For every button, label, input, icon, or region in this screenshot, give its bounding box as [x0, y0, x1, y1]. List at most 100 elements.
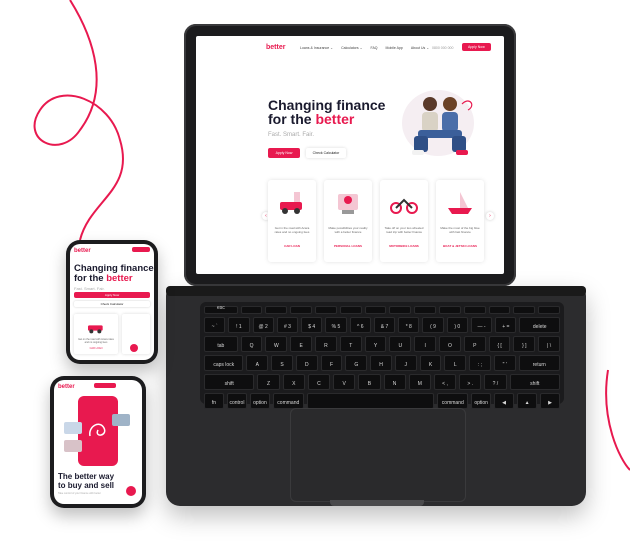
- keyboard-key[interactable]: tab: [204, 336, 238, 352]
- hero-calculator-button[interactable]: Check Calculator: [306, 148, 346, 158]
- keyboard-key[interactable]: [265, 306, 288, 314]
- keyboard-key[interactable]: F: [320, 355, 343, 371]
- keyboard-key[interactable]: command: [437, 393, 469, 409]
- keyboard-key[interactable]: $ 4: [301, 317, 323, 333]
- keyboard-key[interactable]: [315, 306, 337, 314]
- nav-link-faq[interactable]: FAQ: [371, 46, 378, 50]
- keyboard-key[interactable]: [488, 306, 511, 314]
- keyboard-key[interactable]: X: [282, 374, 305, 390]
- keyboard-key[interactable]: A: [246, 355, 269, 371]
- brand-logo[interactable]: better: [266, 44, 285, 51]
- phone-fab-icon[interactable]: [126, 486, 136, 496]
- product-card-boat[interactable]: Make the most of the big blue with fast …: [436, 180, 484, 262]
- keyboard-key[interactable]: [339, 306, 362, 314]
- keyboard-key[interactable]: ) 0: [446, 317, 468, 333]
- product-card-link[interactable]: CAR LOAN: [272, 244, 312, 248]
- product-card-motorbike[interactable]: Take off on your two wheeled road trip w…: [380, 180, 428, 262]
- keyboard-key[interactable]: fn: [204, 393, 224, 409]
- keyboard-key[interactable]: Z: [257, 374, 280, 390]
- nav-link-calculators[interactable]: Calculators ⌄: [341, 46, 362, 50]
- nav-apply-button[interactable]: Apply Now: [462, 43, 491, 51]
- keyboard-key[interactable]: esc: [204, 305, 238, 314]
- keyboard-key[interactable]: [290, 306, 313, 314]
- keyboard-key[interactable]: command: [272, 393, 304, 409]
- keyboard-key[interactable]: — -: [470, 317, 493, 333]
- keyboard-key[interactable]: ◀: [494, 393, 515, 409]
- keyboard-key[interactable]: option: [471, 393, 492, 409]
- carousel-next-icon[interactable]: ›: [486, 212, 494, 220]
- keyboard-key[interactable]: delete: [519, 317, 560, 333]
- keyboard-key[interactable]: J: [394, 355, 417, 371]
- keyboard-key[interactable]: ▶: [540, 393, 561, 409]
- phone-apply-button[interactable]: Apply Now: [74, 292, 150, 298]
- keyboard-key[interactable]: ▲: [517, 393, 538, 409]
- keyboard-key[interactable]: % 5: [325, 317, 347, 333]
- product-card-link[interactable]: MOTORBIKE LOANS: [384, 244, 424, 248]
- keyboard-key[interactable]: * 8: [398, 317, 420, 333]
- keyboard-key[interactable]: [364, 306, 387, 314]
- keyboard-key[interactable]: H: [370, 355, 392, 371]
- keyboard-key[interactable]: L: [444, 355, 467, 371]
- phone-fab-icon[interactable]: [130, 344, 138, 352]
- keyboard-key[interactable]: ! 1: [228, 317, 250, 333]
- keyboard-key[interactable]: ? /: [484, 374, 507, 390]
- keyboard-key[interactable]: M: [408, 374, 431, 390]
- hero-apply-button[interactable]: Apply Now: [268, 148, 300, 158]
- keyboard-key[interactable]: U: [389, 336, 412, 352]
- keyboard-key[interactable]: [240, 306, 263, 314]
- phone-brand-logo[interactable]: better: [74, 248, 91, 254]
- nav-link-about[interactable]: About Us ⌄: [411, 46, 429, 50]
- nav-phone[interactable]: 0800 000 000: [432, 46, 453, 50]
- keyboard-key[interactable]: + =: [495, 317, 517, 333]
- keyboard-key[interactable]: & 7: [373, 317, 396, 333]
- keyboard-key[interactable]: W: [265, 336, 288, 352]
- keyboard-key[interactable]: Q: [240, 336, 263, 352]
- keyboard-key[interactable]: C: [307, 374, 331, 390]
- keyboard-key[interactable]: [439, 306, 461, 314]
- phone-calculator-button[interactable]: Check Calculator: [74, 301, 150, 307]
- keyboard-key[interactable]: P: [463, 336, 486, 352]
- keyboard-key[interactable]: [389, 306, 412, 314]
- keyboard-key[interactable]: > .: [459, 374, 482, 390]
- phone-card-link[interactable]: CAR LOAN: [76, 347, 116, 350]
- keyboard-key[interactable]: [414, 306, 437, 314]
- keyboard-key[interactable]: O: [439, 336, 461, 352]
- product-card-link[interactable]: BOAT & JETSKI LOANS: [440, 244, 480, 248]
- keyboard-key[interactable]: [306, 393, 435, 409]
- keyboard-key[interactable]: shift: [509, 374, 560, 390]
- keyboard-key[interactable]: } ]: [513, 336, 536, 352]
- keyboard-key[interactable]: R: [315, 336, 337, 352]
- trackpad[interactable]: [290, 408, 466, 502]
- keyboard-key[interactable]: { [: [488, 336, 511, 352]
- keyboard-key[interactable]: < ,: [433, 374, 457, 390]
- keyboard-key[interactable]: caps lock: [204, 355, 244, 371]
- phone-brand-logo[interactable]: better: [58, 384, 75, 390]
- keyboard-key[interactable]: ( 9: [422, 317, 444, 333]
- keyboard-key[interactable]: [463, 306, 486, 314]
- keyboard-key[interactable]: control: [226, 393, 247, 409]
- nav-link-mobile-app[interactable]: Mobile App: [386, 46, 403, 50]
- keyboard-key[interactable]: option: [249, 393, 270, 409]
- keyboard-key[interactable]: [513, 306, 536, 314]
- keyboard-key[interactable]: N: [383, 374, 406, 390]
- phone-product-card[interactable]: Get on the road with Acara rates and no …: [74, 314, 118, 354]
- keyboard-key[interactable]: ~ `: [204, 317, 226, 333]
- keyboard-key[interactable]: B: [358, 374, 381, 390]
- keyboard-key[interactable]: | \: [538, 336, 561, 352]
- keyboard-key[interactable]: ^ 6: [349, 317, 371, 333]
- nav-link-loans[interactable]: Loans & Insurance ⌄: [300, 46, 333, 50]
- keyboard-key[interactable]: [538, 306, 561, 314]
- keyboard-key[interactable]: Y: [364, 336, 387, 352]
- product-card-link[interactable]: PERSONAL LOANS: [328, 244, 368, 248]
- keyboard-key[interactable]: T: [339, 336, 362, 352]
- product-card-car[interactable]: Get in the road with Acara rates and no …: [268, 180, 316, 262]
- product-card-personal[interactable]: Make possibilities your reality with a b…: [324, 180, 372, 262]
- keyboard-key[interactable]: D: [295, 355, 318, 371]
- keyboard-key[interactable]: E: [290, 336, 313, 352]
- keyboard-key[interactable]: # 3: [276, 317, 299, 333]
- keyboard-key[interactable]: @ 2: [252, 317, 274, 333]
- keyboard-key[interactable]: return: [518, 355, 561, 371]
- phone-apply-pill[interactable]: [94, 383, 116, 388]
- phone-menu-button[interactable]: [132, 247, 150, 252]
- keyboard-key[interactable]: : ;: [469, 355, 491, 371]
